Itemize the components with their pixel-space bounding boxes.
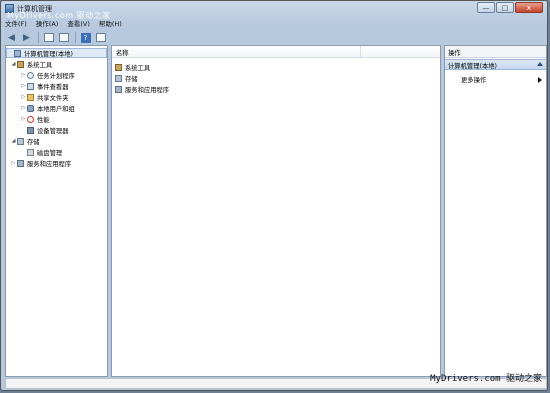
users-icon — [27, 104, 34, 112]
tree-item-label: 设备管理器 — [37, 127, 69, 135]
console-tree-panel: 计算机管理(本地) ◢ 系统工具 ▷ 任务计划程序 ▷ 事件查看器 ▷ 共享文件… — [5, 45, 108, 377]
services-icon — [115, 85, 122, 93]
watermark-bottom: MyDrivers.com 驱动之家 — [430, 374, 542, 384]
forward-arrow-icon[interactable]: ▶ — [20, 32, 33, 44]
tree-item-label: 存储 — [27, 138, 40, 146]
tree-item-device-manager[interactable]: 设备管理器 — [27, 125, 68, 135]
collapse-arrow-icon[interactable]: ◢ — [10, 61, 17, 67]
tree-item-label: 计算机管理(本地) — [24, 50, 73, 58]
list-item-services-apps[interactable]: 服务和应用程序 — [115, 84, 169, 94]
back-arrow-icon[interactable]: ◀ — [5, 32, 18, 44]
menu-bar: 文件(F) 操作(A) 查看(V) 帮助(H) — [5, 18, 131, 30]
disk-icon — [27, 148, 34, 156]
expand-arrow-icon[interactable]: ▷ — [10, 160, 17, 166]
actions-section-header[interactable]: 计算机管理(本地) — [445, 59, 546, 70]
help-icon[interactable]: ? — [79, 32, 92, 44]
toolbar: ◀ ▶ ? — [5, 31, 109, 44]
tree-item-storage[interactable]: ◢ 存储 — [10, 136, 40, 146]
list-item-label: 存储 — [125, 75, 138, 83]
tree-item-label: 任务计划程序 — [37, 72, 75, 80]
storage-icon — [17, 137, 24, 145]
submenu-arrow-icon — [538, 77, 542, 83]
tree-item-label: 系统工具 — [27, 61, 53, 69]
close-button[interactable]: x — [515, 2, 543, 13]
tree-item-label: 服务和应用程序 — [27, 160, 72, 168]
column-header[interactable]: 名称 — [112, 46, 440, 58]
actions-title-label: 操作 — [448, 50, 461, 57]
expand-arrow-icon[interactable]: ▷ — [20, 116, 27, 122]
services-icon — [17, 159, 24, 167]
tree-item-label: 本地用户和组 — [37, 105, 75, 113]
tools-icon — [17, 60, 24, 68]
toolbar-separator — [38, 32, 39, 43]
tree-item-event-viewer[interactable]: ▷ 事件查看器 — [20, 81, 68, 91]
results-panel: 名称 系统工具 存储 服务和应用程序 — [111, 45, 441, 377]
minimize-button[interactable]: — — [477, 2, 495, 13]
tree-item-shared-folders[interactable]: ▷ 共享文件夹 — [20, 92, 68, 102]
shared-folder-icon — [27, 93, 34, 101]
computer-icon — [14, 49, 21, 57]
maximize-button[interactable]: □ — [496, 2, 514, 13]
export-icon[interactable] — [57, 32, 70, 44]
tree-item-performance[interactable]: ▷ 性能 — [20, 114, 50, 124]
clock-icon — [27, 71, 34, 79]
collapse-triangle-icon[interactable] — [537, 62, 543, 66]
tree-item-system-tools[interactable]: ◢ 系统工具 — [10, 59, 52, 69]
expand-arrow-icon[interactable]: ▷ — [20, 94, 27, 100]
list-item-label: 系统工具 — [125, 64, 151, 72]
column-name[interactable]: 名称 — [116, 48, 129, 57]
column-divider[interactable] — [360, 46, 361, 57]
more-actions-item[interactable]: 更多操作 — [461, 75, 486, 84]
menu-file[interactable]: 文件(F) — [5, 18, 27, 30]
list-item-label: 服务和应用程序 — [125, 86, 170, 94]
list-item-storage[interactable]: 存储 — [115, 73, 138, 83]
tree-item-root[interactable]: 计算机管理(本地) — [6, 48, 107, 58]
expand-arrow-icon[interactable]: ▷ — [20, 83, 27, 89]
tree-item-task-scheduler[interactable]: ▷ 任务计划程序 — [20, 70, 75, 80]
menu-help[interactable]: 帮助(H) — [99, 18, 122, 30]
menu-action[interactable]: 操作(A) — [36, 18, 59, 30]
actions-panel: 操作 计算机管理(本地) 更多操作 — [444, 45, 547, 377]
device-manager-icon — [27, 126, 34, 134]
title-bar[interactable]: 计算机管理 MyDrivers.com 驱动之家 — □ x — [1, 1, 547, 20]
actions-title: 操作 — [445, 46, 546, 58]
window-controls: — □ x — [476, 2, 543, 14]
menu-view[interactable]: 查看(V) — [67, 18, 90, 30]
main-window: 计算机管理 MyDrivers.com 驱动之家 — □ x 文件(F) 操作(… — [0, 0, 548, 391]
tree-item-label: 性能 — [37, 116, 50, 124]
tree-item-label: 共享文件夹 — [37, 94, 69, 102]
collapse-arrow-icon[interactable]: ◢ — [10, 138, 17, 144]
tree-item-local-users[interactable]: ▷ 本地用户和组 — [20, 103, 75, 113]
tools-icon — [115, 63, 122, 71]
show-hide-tree-icon[interactable] — [42, 32, 55, 44]
actions-section-label: 计算机管理(本地) — [448, 63, 497, 70]
tree-item-label: 磁盘管理 — [37, 149, 63, 157]
performance-icon — [27, 115, 34, 123]
tree-item-disk-management[interactable]: 磁盘管理 — [27, 147, 62, 157]
storage-icon — [115, 74, 122, 82]
expand-arrow-icon[interactable]: ▷ — [20, 72, 27, 78]
toolbar-separator — [75, 32, 76, 43]
list-item-system-tools[interactable]: 系统工具 — [115, 62, 150, 72]
tree-item-label: 事件查看器 — [37, 83, 69, 91]
tree-item-services-apps[interactable]: ▷ 服务和应用程序 — [10, 158, 71, 168]
properties-icon[interactable] — [94, 32, 107, 44]
event-viewer-icon — [27, 82, 34, 90]
expand-arrow-icon[interactable]: ▷ — [20, 105, 27, 111]
